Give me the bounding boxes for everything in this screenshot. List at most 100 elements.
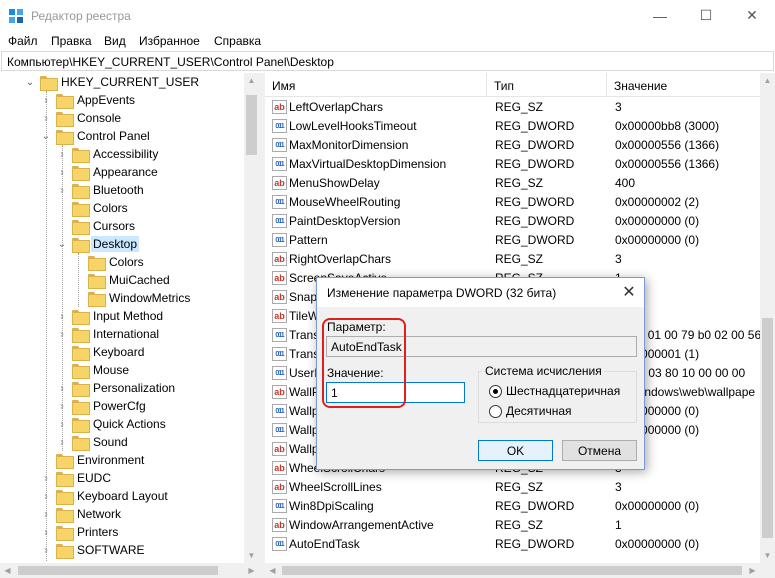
tree-node[interactable]: Mouse	[56, 361, 131, 379]
tree-node[interactable]: › Appearance	[56, 163, 160, 181]
scroll-down-icon[interactable]: ▼	[760, 548, 775, 563]
value-row[interactable]: 011 AutoEndTask REG_DWORD 0x00000000 (0)	[265, 535, 760, 554]
scroll-thumb[interactable]	[282, 566, 742, 575]
value-row[interactable]: ab MenuShowDelay REG_SZ 400	[265, 174, 760, 193]
reg-sz-icon: ab	[272, 461, 287, 475]
scroll-left-icon[interactable]: ◀	[0, 563, 15, 578]
reg-sz-icon: ab	[272, 290, 287, 304]
reg-sz-icon: ab	[272, 176, 287, 190]
value-row[interactable]: ab RightOverlapChars REG_SZ 3	[265, 250, 760, 269]
address-bar[interactable]: Компьютер\HKEY_CURRENT_USER\Control Pane…	[1, 51, 774, 71]
scroll-left-icon[interactable]: ◀	[265, 563, 280, 578]
value-row[interactable]: 011 PaintDesktopVersion REG_DWORD 0x0000000…	[265, 212, 760, 231]
tree-node[interactable]: › PowerCfg	[56, 397, 148, 415]
menu-file[interactable]: Файл	[8, 34, 38, 48]
folder-icon	[56, 453, 74, 469]
dialog-title-bar: Изменение параметра DWORD (32 бита) ✕	[317, 278, 644, 307]
value-type: REG_SZ	[495, 480, 544, 494]
folder-icon	[72, 435, 90, 451]
tree-node[interactable]: WindowMetrics	[72, 289, 192, 307]
radio-hexadecimal[interactable]: Шестнадцатеричная	[489, 384, 620, 398]
tree-node[interactable]: › International	[56, 325, 161, 343]
tree-node[interactable]: Colors	[56, 199, 130, 217]
tree-node[interactable]: Cursors	[56, 217, 137, 235]
value-type: REG_DWORD	[495, 233, 575, 247]
value-data: 0x00000002 (2)	[615, 195, 700, 209]
tree-node[interactable]: › Input Method	[56, 307, 165, 325]
value-row[interactable]: 011 LowLevelHooksTimeout REG_DWORD 0x00000b…	[265, 117, 760, 136]
column-value[interactable]: Значение	[607, 73, 760, 97]
scroll-up-icon[interactable]: ▲	[244, 73, 259, 88]
value-type: REG_DWORD	[495, 138, 575, 152]
cancel-button[interactable]: Отмена	[562, 440, 637, 461]
maximize-button[interactable]: ☐	[683, 0, 729, 31]
scroll-thumb[interactable]	[18, 566, 218, 575]
value-row[interactable]: ab WheelScrollLines REG_SZ 3	[265, 478, 760, 497]
value-data: 0x00000556 (1366)	[615, 157, 720, 171]
scroll-right-icon[interactable]: ▶	[244, 563, 259, 578]
minimize-button[interactable]: —	[637, 0, 683, 31]
value-row[interactable]: 011 Pattern REG_DWORD 0x00000000 (0)	[265, 231, 760, 250]
menu-edit[interactable]: Правка	[51, 34, 92, 48]
tree-node[interactable]: › Console	[40, 109, 123, 127]
list-horizontal-scrollbar[interactable]: ◀ ▶	[265, 563, 775, 578]
tree-node-label: WindowMetrics	[109, 291, 191, 305]
ok-button[interactable]: OK	[478, 440, 553, 461]
value-type: REG_SZ	[495, 176, 544, 190]
reg-dword-icon: 011	[272, 195, 287, 209]
key-tree[interactable]: ⌄ HKEY_CURRENT_USER › AppEvents › Console ⌄ Con…	[0, 73, 244, 563]
scroll-thumb[interactable]	[762, 318, 773, 538]
tree-connector-line	[78, 253, 79, 307]
value-data: 400	[615, 176, 636, 190]
tree-horizontal-scrollbar[interactable]: ◀ ▶	[0, 563, 259, 578]
value-name: PaintDesktopVersion	[289, 214, 401, 228]
tree-node[interactable]: › Bluetooth	[56, 181, 146, 199]
column-name[interactable]: Имя	[265, 73, 487, 97]
tree-node[interactable]: Keyboard	[56, 343, 146, 361]
menu-help[interactable]: Справка	[214, 34, 261, 48]
chevron-down-icon[interactable]: ⌄	[24, 73, 36, 91]
tree-node[interactable]: › Personalization	[56, 379, 177, 397]
tree-node[interactable]: › Printers	[40, 523, 120, 541]
scroll-down-icon[interactable]: ▼	[244, 548, 259, 563]
value-data: 0x00000bb8 (3000)	[615, 119, 720, 133]
tree-node[interactable]: › EUDC	[40, 469, 113, 487]
scroll-right-icon[interactable]: ▶	[745, 563, 760, 578]
radio-decimal[interactable]: Десятичная	[489, 404, 572, 418]
tree-node[interactable]: › Accessibility	[56, 145, 160, 163]
tree-node[interactable]: ⌄ Desktop	[56, 235, 140, 253]
value-row[interactable]: 011 MaxVirtualDesktopDimension REG_DWORD 0x…	[265, 155, 760, 174]
tree-node[interactable]: ⌄ HKEY_CURRENT_USER	[24, 73, 201, 91]
menu-favorites[interactable]: Избранное	[139, 34, 200, 48]
value-row[interactable]: 011 MaxMonitorDimension REG_DWORD 0x0000055…	[265, 136, 760, 155]
menu-view[interactable]: Вид	[104, 34, 126, 48]
value-name: WheelScrollLines	[289, 480, 382, 494]
dialog-close-icon[interactable]: ✕	[618, 281, 640, 303]
tree-node[interactable]: MuiCached	[72, 271, 172, 289]
tree-node[interactable]: Colors	[72, 253, 146, 271]
close-button[interactable]: ✕	[729, 0, 775, 31]
value-data: 0x00000000 (0)	[615, 499, 700, 513]
tree-node[interactable]: › SOFTWARE	[40, 541, 147, 559]
tree-node[interactable]: › Network	[40, 505, 123, 523]
list-vertical-scrollbar[interactable]: ▲ ▼	[760, 73, 775, 563]
tree-node[interactable]: Environment	[40, 451, 146, 469]
tree-node[interactable]: › AppEvents	[40, 91, 137, 109]
folder-icon	[56, 129, 74, 145]
reg-dword-icon: 011	[272, 347, 287, 361]
value-row[interactable]: ab LeftOverlapChars REG_SZ 3	[265, 98, 760, 117]
scroll-up-icon[interactable]: ▲	[760, 73, 775, 88]
folder-icon	[56, 471, 74, 487]
tree-vertical-scrollbar[interactable]: ▲ ▼	[244, 73, 259, 563]
tree-node[interactable]: › Quick Actions	[56, 415, 168, 433]
tree-node[interactable]: › Keyboard Layout	[40, 487, 170, 505]
tree-node[interactable]: › Sound	[56, 433, 130, 451]
value-row[interactable]: 011 MouseWheelRouting REG_DWORD 0x00000002 …	[265, 193, 760, 212]
scroll-thumb[interactable]	[246, 95, 257, 155]
value-row[interactable]: ab WindowArrangementActive REG_SZ 1	[265, 516, 760, 535]
column-type[interactable]: Тип	[487, 73, 607, 97]
value-row[interactable]: 011 Win8DpiScaling REG_DWORD 0x00000000 (0)	[265, 497, 760, 516]
tree-node-label: Input Method	[93, 309, 164, 323]
tree-node[interactable]: ⌄ Control Panel	[40, 127, 152, 145]
value-type: REG_DWORD	[495, 195, 575, 209]
